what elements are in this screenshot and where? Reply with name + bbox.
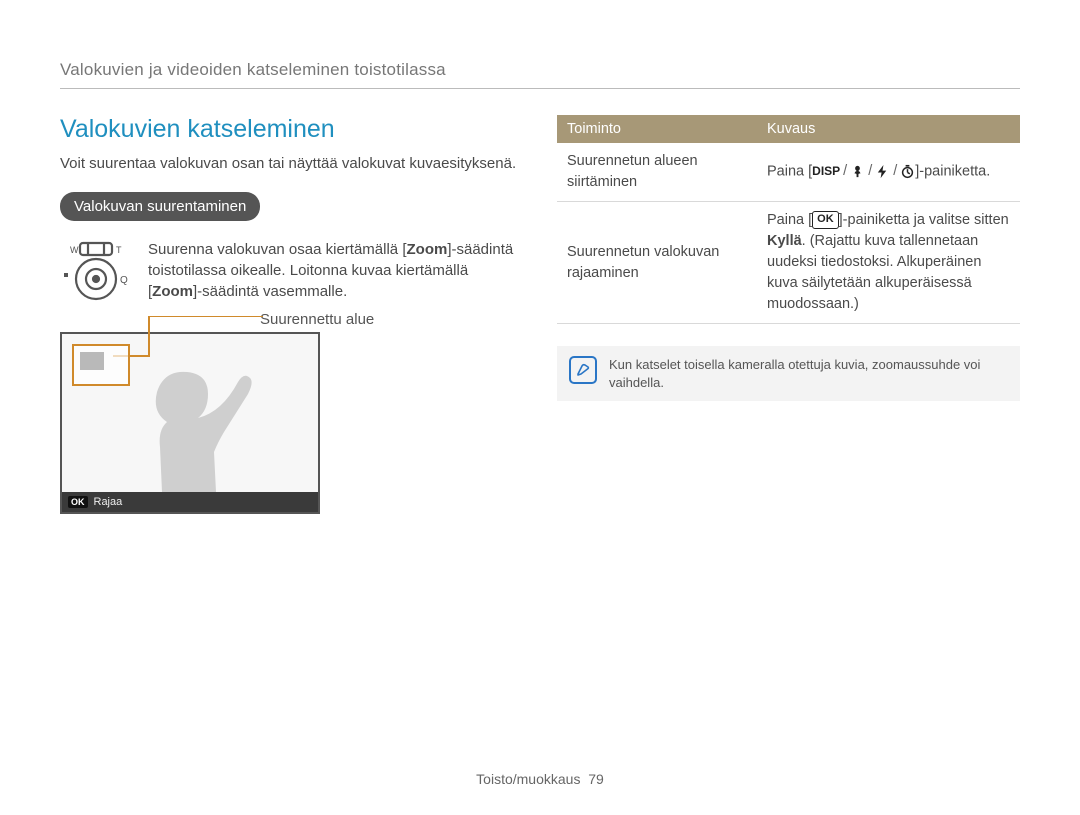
page-footer: Toisto/muokkaus 79 [0, 771, 1080, 787]
breadcrumb: Valokuvien ja videoiden katseleminen toi… [60, 60, 1020, 80]
dial-t-label: T [116, 245, 122, 255]
zoom-description: Suurenna valokuvan osaa kiertämällä [Zoo… [148, 239, 523, 302]
ok-icon: OK [68, 496, 88, 508]
divider [60, 88, 1020, 89]
table-row: Suurennetun alueen siirtäminen Paina [ D… [557, 143, 1020, 202]
preview-bottom-bar: OK Rajaa [62, 492, 318, 512]
intro-text: Voit suurentaa valokuvan osan tai näyttä… [60, 154, 523, 174]
dpad-buttons-icon: DISP/ / / [812, 161, 915, 182]
crop-label: Rajaa [94, 496, 123, 508]
table-header-description: Kuvaus [757, 115, 1020, 143]
dial-w-label: W [70, 245, 79, 255]
row2-description: Paina [OK]-painiketta ja valitse sitten … [757, 202, 1020, 324]
subheading-pill: Valokuvan suurentaminen [60, 192, 260, 221]
section-heading: Valokuvien katseleminen [60, 115, 523, 144]
note-box: Kun katselet toisella kameralla otettuja… [557, 346, 1020, 401]
note-icon [569, 356, 597, 384]
row1-description: Paina [ DISP/ / / ]-painiketta. [757, 143, 1020, 202]
enlarged-area-label: Suurennettu alue [260, 311, 523, 328]
table-row: Suurennetun valokuvan rajaaminen Paina [… [557, 202, 1020, 324]
zoom-dial-icon: W T Q [60, 239, 132, 303]
ok-button-icon: OK [812, 211, 839, 229]
timer-icon [900, 164, 915, 179]
operations-table: Toiminto Kuvaus Suurennetun alueen siirt… [557, 115, 1020, 324]
row2-function: Suurennetun valokuvan rajaaminen [557, 202, 757, 324]
svg-text:Q: Q [120, 275, 128, 286]
row1-function: Suurennetun alueen siirtäminen [557, 143, 757, 202]
photo-silhouette [112, 352, 262, 492]
note-text: Kun katselet toisella kameralla otettuja… [609, 356, 1008, 391]
macro-icon [850, 164, 865, 179]
photo-preview-frame: OK Rajaa [60, 332, 320, 514]
flash-icon [875, 164, 890, 179]
table-header-function: Toiminto [557, 115, 757, 143]
